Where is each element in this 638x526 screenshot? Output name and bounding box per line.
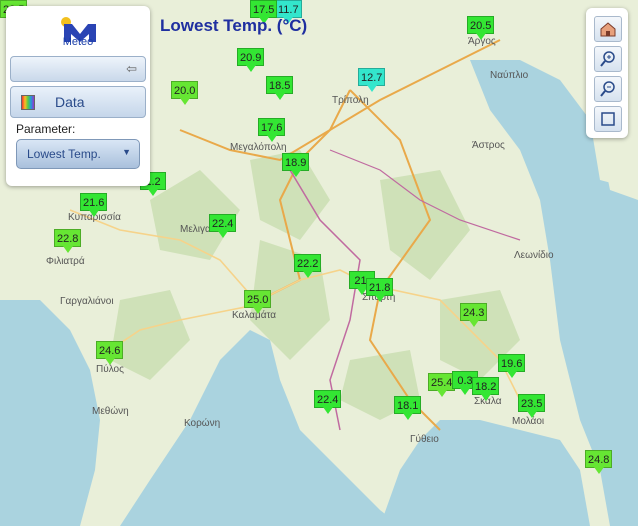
station-marker[interactable]: 20.5 <box>467 16 495 40</box>
home-button[interactable] <box>594 16 622 42</box>
station-marker[interactable]: 25.0 <box>244 290 272 314</box>
zoom-extent-icon <box>601 112 615 126</box>
home-icon <box>600 22 616 37</box>
parameter-label: Parameter: <box>16 122 76 136</box>
station-marker[interactable]: 17.6 <box>258 118 286 142</box>
station-marker[interactable]: 23.5 <box>518 394 546 418</box>
station-marker[interactable]: 18.1 <box>394 396 422 420</box>
zoom-in-button[interactable] <box>594 46 622 72</box>
station-marker[interactable]: 20.0 <box>171 81 199 105</box>
place-label: Γαργαλιάνοι <box>60 296 114 307</box>
map-toolbar <box>586 8 628 138</box>
parameter-value: Lowest Temp. <box>27 147 101 161</box>
station-marker[interactable]: 22.4 <box>209 214 237 238</box>
station-marker[interactable]: 24.6 <box>96 341 124 365</box>
map-title: Lowest Temp. (°C) <box>160 16 308 35</box>
collapse-panel-button[interactable]: ⇦ <box>10 56 146 82</box>
station-marker[interactable]: 12.7 <box>358 68 386 92</box>
data-button-label: Data <box>55 94 85 110</box>
zoom-in-icon <box>600 51 615 67</box>
place-label: Ναύπλιο <box>490 70 529 81</box>
station-marker[interactable]: 24.3 <box>460 303 488 327</box>
place-label: Πύλος <box>96 364 124 375</box>
station-marker[interactable]: 21.6 <box>80 193 108 217</box>
arrow-left-icon: ⇦ <box>126 61 137 76</box>
station-marker[interactable]: 22.4 <box>314 390 342 414</box>
place-label: Άστρος <box>472 140 505 151</box>
station-marker[interactable]: 22.8 <box>54 229 82 253</box>
logo-text: Meteo <box>62 36 94 48</box>
station-marker[interactable]: 20.9 <box>237 48 265 72</box>
station-marker[interactable]: 19.6 <box>498 354 526 378</box>
place-label: Φιλιατρά <box>46 256 85 267</box>
station-marker[interactable]: 21.8 <box>366 278 394 302</box>
station-marker[interactable]: 22.2 <box>294 254 322 278</box>
zoom-out-icon <box>600 81 615 97</box>
rainbow-icon <box>21 95 35 110</box>
station-marker[interactable]: 24.8 <box>585 450 613 474</box>
data-button[interactable]: Data <box>10 86 146 118</box>
zoom-out-button[interactable] <box>594 76 622 102</box>
station-marker[interactable]: 18.2 <box>472 377 500 401</box>
control-panel: Meteo ⇦ Data Parameter: Lowest Temp. ▼ <box>6 6 150 186</box>
place-label: Μεγαλόπολη <box>230 142 287 153</box>
station-marker[interactable]: 18.5 <box>266 76 294 100</box>
parameter-select[interactable]: Lowest Temp. ▼ <box>16 139 140 169</box>
zoom-extent-button[interactable] <box>594 106 622 132</box>
place-label: Τρίπολη <box>332 95 369 106</box>
place-label: Γύθειο <box>410 434 439 445</box>
place-label: Λεωνίδιο <box>514 250 554 261</box>
place-label: Κορώνη <box>184 418 221 429</box>
chevron-down-icon: ▼ <box>122 147 131 157</box>
station-marker[interactable]: 18.9 <box>282 153 310 177</box>
place-label: Μεθώνη <box>92 406 129 417</box>
